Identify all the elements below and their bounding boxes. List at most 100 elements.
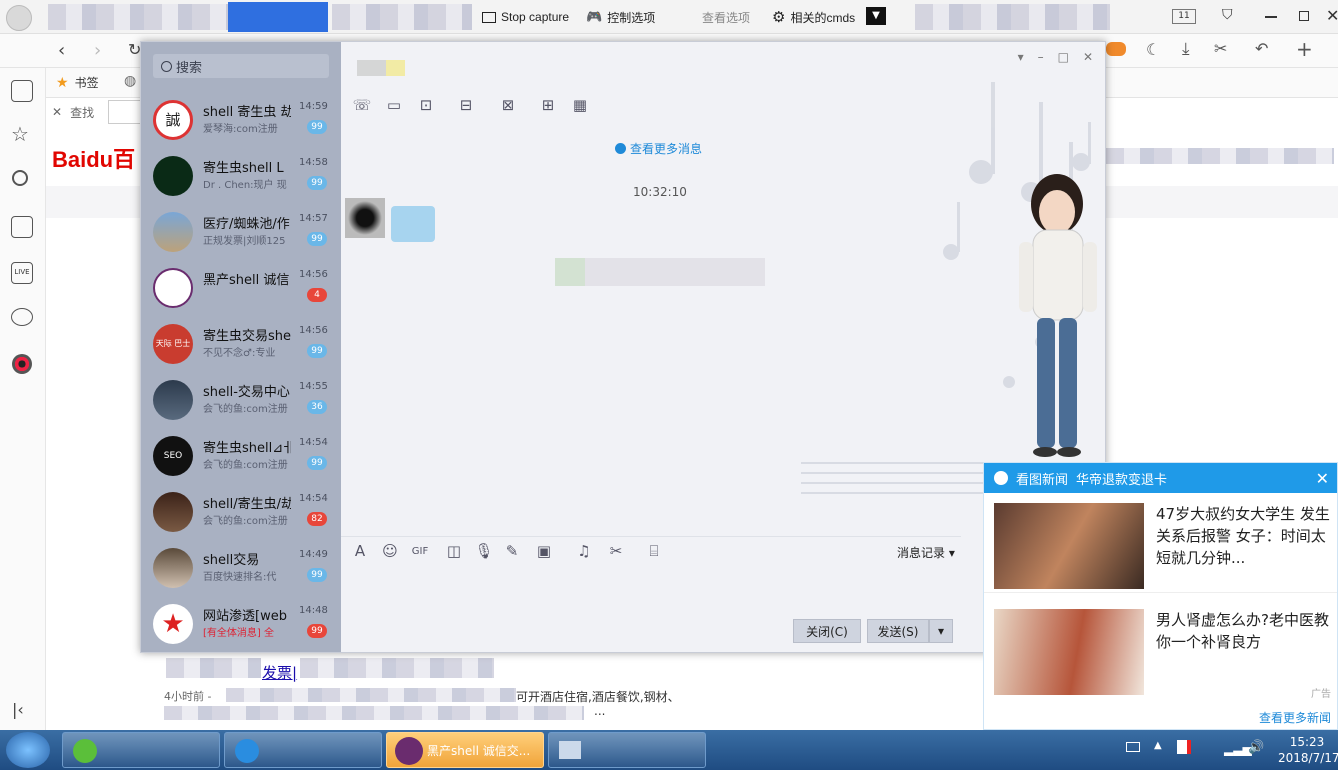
chat-bubble-icon[interactable] [11, 308, 33, 326]
gamepad-orange-icon[interactable] [1106, 42, 1126, 56]
related-cmds-button[interactable]: ⚙ 相关的cmds [772, 6, 855, 28]
view-options-button[interactable]: 查看选项 [702, 6, 750, 28]
task-network[interactable] [548, 732, 706, 768]
view-more-messages[interactable]: 查看更多消息 [615, 140, 702, 157]
task-chat-active[interactable]: 黑产shell 诚信交... [386, 732, 544, 768]
contact-row[interactable]: SEO 寄生虫shell⊿卝 14:54 会飞的鱼:com注册 99 [141, 428, 341, 484]
tray-expand-icon[interactable]: ▲ [1154, 740, 1162, 751]
active-tab[interactable] [228, 2, 328, 32]
close-icon[interactable]: ✕ [1326, 6, 1338, 25]
find-input[interactable] [108, 100, 142, 124]
keyboard-icon[interactable] [1126, 742, 1140, 752]
video-icon[interactable] [11, 216, 33, 238]
start-button[interactable] [6, 732, 50, 768]
close-chat-button[interactable]: 关闭(C) [793, 619, 861, 643]
back-icon[interactable]: ‹ [58, 40, 65, 61]
undo-icon[interactable]: ↶ [1255, 39, 1268, 58]
tab-blurred[interactable] [332, 4, 472, 30]
forward-icon[interactable]: › [94, 40, 101, 61]
emoji-icon[interactable]: ☺ [379, 542, 401, 560]
video-call-icon[interactable]: ▭ [383, 96, 405, 114]
contact-row[interactable]: 医疗/蜘蛛池/作 14:57 正规发票|刘顺125 99 [141, 204, 341, 260]
send-options-dropdown[interactable]: ▾ [929, 619, 953, 643]
gear-icon: ⚙ [772, 9, 786, 26]
image-icon[interactable]: ▣ [533, 542, 555, 560]
minimize-icon[interactable] [1265, 16, 1277, 18]
scissors-icon[interactable]: ✂ [605, 542, 627, 560]
bookmarks-button[interactable]: ★ 书签 [56, 74, 99, 91]
contact-row[interactable]: shell-交易中心 14:55 会飞的鱼:com注册 36 [141, 372, 341, 428]
night-mode-icon[interactable]: ☾ [1146, 40, 1160, 59]
invoice-link[interactable]: 发票| [262, 662, 297, 683]
football-icon[interactable] [12, 354, 32, 374]
contact-preview: 爱琴海:com注册 [203, 124, 278, 135]
contact-row[interactable]: 天际 巴士 寄生虫交易she 14:56 不见不念♂:专业 99 [141, 316, 341, 372]
add-icon[interactable]: ⊞ [537, 96, 559, 114]
live-icon[interactable]: LIVE [11, 262, 33, 284]
sender-avatar-blurred [345, 198, 385, 238]
download-icon[interactable]: ⤓ [1182, 39, 1190, 59]
control-options-button[interactable]: 🎮 控制选项 [586, 6, 655, 28]
message-input[interactable] [341, 568, 961, 616]
dropdown-icon[interactable]: ▾ [1018, 50, 1024, 64]
restore-icon[interactable] [1299, 11, 1309, 21]
tab-blurred-2[interactable] [915, 4, 1110, 30]
contact-row[interactable]: shell交易 14:49 百度快速排名:代 99 [141, 540, 341, 596]
close-icon[interactable]: ✕ [1083, 50, 1093, 64]
avatar [153, 548, 193, 588]
maximize-icon[interactable]: □ [1058, 50, 1069, 64]
news-item[interactable]: 47岁大叔约女大学生 发生关系后报警 女子：时间太短就几分钟... [984, 497, 1337, 593]
dropdown-toggle[interactable]: ▼ [866, 7, 886, 25]
screen-share-icon[interactable]: ⊡ [415, 96, 437, 114]
task-browser[interactable] [224, 732, 382, 768]
result-date: 4小时前 - [164, 690, 212, 703]
close-find-icon[interactable]: ✕ [52, 105, 62, 119]
contact-row[interactable]: shell/寄生虫/劫 14:54 会飞的鱼:com注册 82 [141, 484, 341, 540]
funnel-icon[interactable]: ⛉ [1222, 7, 1233, 23]
remote-desktop-icon[interactable]: ⊠ [497, 96, 519, 114]
browser-titlebar: Stop capture 🎮 控制选项 查看选项 ⚙ 相关的cmds ▼ 11 … [0, 0, 1338, 34]
avatar[interactable] [6, 5, 32, 31]
contact-name: 寄生虫shell L [203, 161, 284, 176]
clock[interactable]: 15:23 2018/7/17 [1278, 734, 1338, 766]
news-item[interactable]: 男人肾虚怎么办?老中医教你一个补肾良方 [984, 603, 1337, 699]
microphone-icon[interactable]: 🎙 [473, 542, 495, 560]
new-tab-icon[interactable]: + [1296, 37, 1313, 61]
contact-row[interactable]: ★ 网站渗透[web 14:48 [有全体消息] 全 99 [141, 596, 341, 652]
contact-time: 14:57 [299, 213, 328, 224]
more-news-link[interactable]: 查看更多新闻 [1259, 709, 1331, 726]
tab-count-badge[interactable]: 11 [1172, 9, 1196, 24]
pen-icon[interactable]: ✎ [501, 542, 523, 560]
send-button[interactable]: 发送(S) [867, 619, 929, 643]
favorites-icon[interactable]: ☆ [11, 122, 29, 146]
globe-icon[interactable]: ◍ [124, 73, 136, 89]
stop-capture-button[interactable]: Stop capture [482, 6, 569, 28]
contact-name: shell-交易中心 [203, 385, 290, 400]
scissors-icon[interactable]: ✂ [1214, 39, 1227, 58]
collapse-sidebar-icon[interactable]: |‹ [12, 700, 24, 719]
apps-grid-icon[interactable]: ▦ [569, 96, 591, 114]
search-input[interactable]: 搜索 [153, 54, 329, 78]
search-icon[interactable] [12, 170, 28, 186]
result-title-blurred-2 [300, 658, 494, 678]
baidu-logo[interactable]: Baidu百 [52, 142, 135, 174]
contact-row[interactable]: 寄生虫shell L 14:58 Dr . Chen:现户 现 99 [141, 148, 341, 204]
gif-icon[interactable]: GIF [409, 542, 431, 560]
music-icon[interactable]: ♫ [573, 542, 595, 560]
task-browser-ie[interactable] [62, 732, 220, 768]
video-clip-icon[interactable]: ◫ [443, 542, 465, 560]
font-icon[interactable]: A [349, 542, 371, 560]
voice-call-icon[interactable]: ☏ [351, 96, 373, 114]
contact-time: 14:54 [299, 493, 328, 504]
volume-icon[interactable]: 🔊 [1248, 740, 1264, 755]
minimize-icon[interactable]: – [1038, 50, 1044, 64]
reader-icon[interactable] [11, 80, 33, 102]
flag-icon[interactable] [1177, 740, 1191, 754]
conversation-title-blurred [357, 60, 405, 76]
archive-icon[interactable]: ⌸ [643, 542, 665, 560]
close-icon[interactable]: ✕ [1316, 469, 1329, 488]
contact-row[interactable]: 誠 shell 寄生虫 劫 14:59 爱琴海:com注册 99 [141, 92, 341, 148]
message-history-button[interactable]: 消息记录 ▾ [897, 544, 955, 561]
file-transfer-icon[interactable]: ⊟ [455, 96, 477, 114]
contact-row[interactable]: 黑产shell 诚信 14:56 4 [141, 260, 341, 316]
